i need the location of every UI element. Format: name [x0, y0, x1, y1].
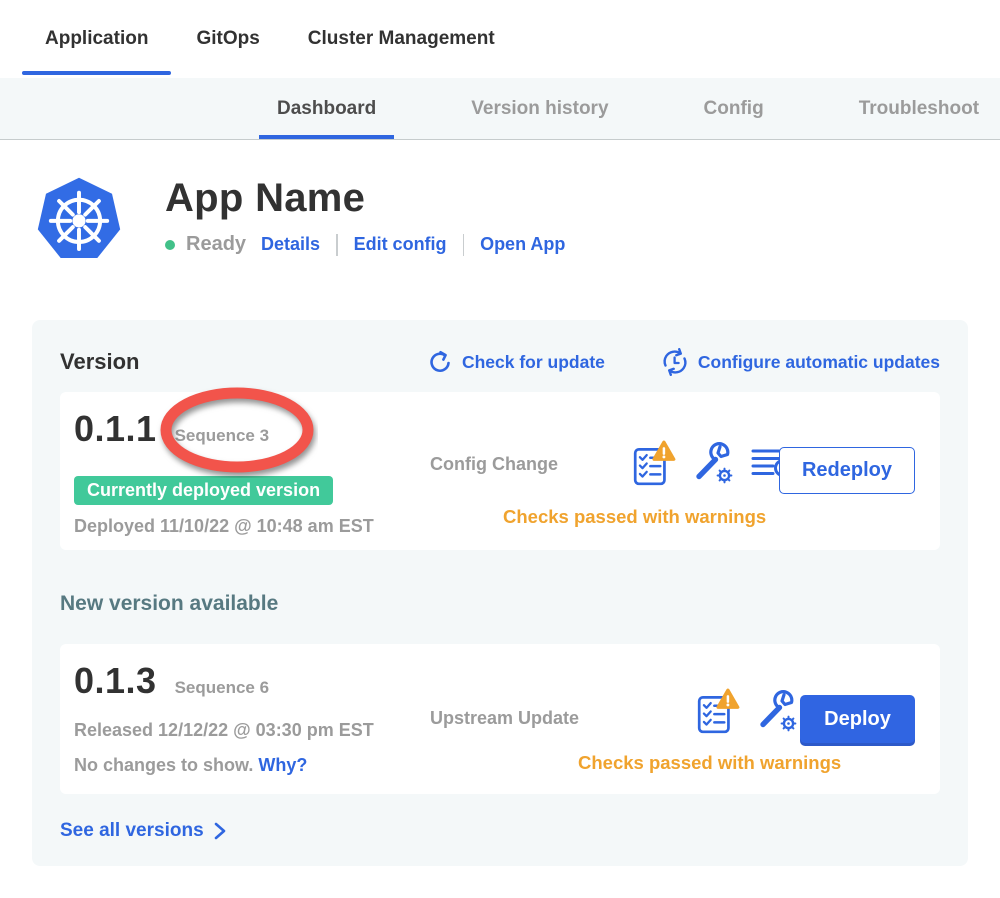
configure-automatic-updates-link[interactable]: Configure automatic updates [661, 348, 940, 376]
sub-tab-dashboard[interactable]: Dashboard [277, 78, 376, 139]
currently-deployed-badge: Currently deployed version [74, 476, 333, 505]
top-nav: Application GitOps Cluster Management [0, 0, 1000, 78]
sub-tab-troubleshoot[interactable]: Troubleshoot [859, 78, 979, 139]
deployed-sequence-label: Sequence 3 [175, 426, 270, 446]
open-app-link[interactable]: Open App [480, 234, 565, 255]
see-all-versions-link[interactable]: See all versions [60, 820, 940, 842]
sub-tab-config[interactable]: Config [704, 78, 764, 139]
preflight-checks-icon[interactable] [696, 688, 740, 736]
see-all-versions-label: See all versions [60, 820, 204, 842]
divider [463, 234, 465, 256]
ready-status-dot-icon [165, 240, 175, 250]
available-sequence-label: Sequence 6 [175, 678, 270, 698]
config-wrench-icon[interactable] [755, 690, 799, 734]
check-for-update-label: Check for update [462, 352, 605, 373]
available-version-card: 0.1.3 Sequence 6 Released 12/12/22 @ 03:… [60, 644, 940, 794]
deployed-timestamp: Deployed 11/10/22 @ 10:48 am EST [74, 516, 374, 537]
no-changes-text: No changes to show. Why? [74, 755, 307, 776]
details-link[interactable]: Details [261, 234, 320, 255]
chevron-right-icon [214, 822, 226, 840]
top-tab-gitops[interactable]: GitOps [196, 0, 259, 78]
page-title: App Name [165, 176, 565, 220]
refresh-icon [427, 349, 453, 375]
app-status: Ready [186, 233, 246, 256]
top-tab-application[interactable]: Application [45, 0, 148, 78]
new-version-heading: New version available [60, 592, 940, 616]
app-header: App Name Ready Details Edit config Open … [0, 140, 1000, 268]
no-changes-label: No changes to show. [74, 755, 253, 775]
preflight-checks-icon[interactable] [632, 440, 676, 488]
why-link[interactable]: Why? [258, 755, 307, 775]
deployed-version-card: 0.1.1 Sequence 3 Currently deployed vers… [60, 392, 940, 550]
auto-update-icon [661, 348, 689, 376]
deployed-checks-status[interactable]: Checks passed with warnings [503, 506, 766, 528]
config-wrench-icon[interactable] [691, 442, 735, 486]
check-for-update-link[interactable]: Check for update [427, 349, 605, 375]
configure-automatic-updates-label: Configure automatic updates [698, 352, 940, 373]
version-source-label: Config Change [430, 454, 558, 475]
top-tab-cluster-management[interactable]: Cluster Management [308, 0, 495, 78]
sub-nav: Dashboard Version history Config Trouble… [0, 78, 1000, 140]
version-section-title: Version [60, 349, 139, 375]
version-source-label: Upstream Update [430, 708, 579, 729]
released-timestamp: Released 12/12/22 @ 03:30 pm EST [74, 720, 374, 741]
deploy-button[interactable]: Deploy [800, 695, 915, 743]
sub-tab-version-history[interactable]: Version history [471, 78, 608, 139]
divider [336, 234, 338, 256]
kubernetes-logo-icon [35, 172, 123, 268]
available-version-number: 0.1.3 [74, 660, 157, 702]
edit-config-link[interactable]: Edit config [354, 234, 447, 255]
redeploy-button[interactable]: Redeploy [779, 447, 915, 494]
available-checks-status[interactable]: Checks passed with warnings [578, 752, 841, 774]
deployed-version-number: 0.1.1 [74, 408, 157, 450]
version-section: Version Check for update Configure autom… [32, 320, 968, 866]
